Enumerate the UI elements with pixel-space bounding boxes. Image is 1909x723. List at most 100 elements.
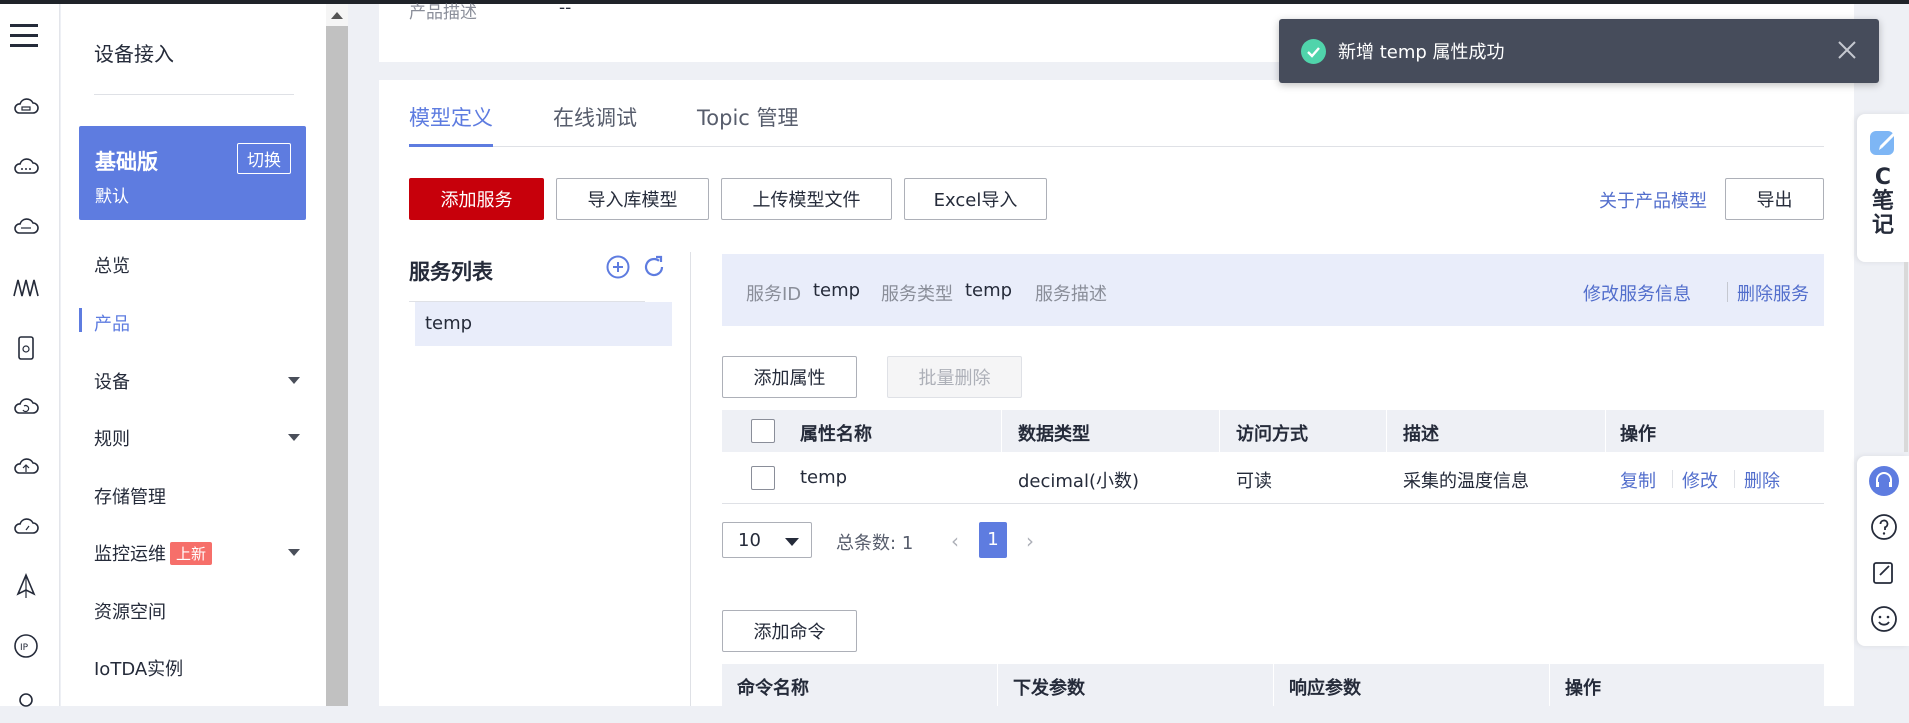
nav-item-rules[interactable]: 规则 (94, 425, 130, 451)
success-check-icon (1301, 39, 1326, 64)
pager-total: 总条数: 1 (836, 529, 913, 555)
column-header: 操作 (1565, 678, 1601, 699)
property-data-type: decimal(小数) (1018, 471, 1140, 492)
nav-item-monitoring[interactable]: 监控运维 上新 (94, 540, 213, 566)
row-checkbox[interactable] (751, 466, 775, 490)
command-table-header: 命令名称 下发参数 响应参数 操作 (722, 664, 1824, 706)
nav-title: 设备接入 (94, 42, 174, 66)
signal-wave-icon[interactable] (12, 274, 40, 302)
delete-service-link[interactable]: 删除服务 (1737, 280, 1809, 306)
copy-link[interactable]: 复制 (1620, 467, 1656, 493)
column-header: 命令名称 (737, 678, 809, 699)
sail-icon[interactable] (12, 572, 40, 600)
add-property-button[interactable]: 添加属性 (722, 356, 857, 398)
column-header: 响应参数 (1289, 678, 1361, 699)
service-id-label: 服务ID (746, 284, 802, 305)
select-all-checkbox[interactable] (751, 419, 775, 443)
column-header: 操作 (1620, 424, 1656, 445)
tab-active-underline (409, 144, 493, 147)
page-size-select[interactable]: 10 (722, 522, 812, 558)
nav-scrollbar[interactable] (326, 4, 348, 706)
cloud-device-icon[interactable] (12, 94, 40, 122)
column-divider (1273, 664, 1274, 706)
notes-label: C笔记 (1871, 165, 1894, 238)
add-circle-icon[interactable] (605, 254, 631, 280)
pager-total-label: 总条数: (836, 533, 897, 554)
page-size-value: 10 (738, 530, 761, 551)
notes-widget[interactable]: C笔记 (1857, 114, 1909, 262)
nav-item-iotda-instance[interactable]: IoTDA实例 (94, 655, 183, 681)
batch-delete-button[interactable]: 批量删除 (887, 356, 1022, 398)
cloud-gauge-icon[interactable] (12, 514, 40, 542)
column-header: 下发参数 (1013, 678, 1085, 699)
property-access: 可读 (1236, 471, 1272, 492)
delete-link[interactable]: 删除 (1744, 467, 1780, 493)
switch-edition-button[interactable]: 切换 (237, 143, 291, 174)
chevron-down-icon[interactable] (288, 377, 300, 384)
nav-item-product[interactable]: 产品 (94, 310, 130, 336)
cloud-storage-icon[interactable] (12, 214, 40, 242)
edit-service-link[interactable]: 修改服务信息 (1583, 280, 1691, 306)
tabs-divider (409, 146, 1824, 147)
service-type-value: temp (965, 280, 1013, 301)
column-divider (997, 664, 998, 706)
nav-item-resource-space[interactable]: 资源空间 (94, 598, 166, 624)
edition-card: 基础版 默认 切换 (79, 126, 306, 220)
table-row: temp decimal(小数) 可读 采集的温度信息 复制 修改 删除 (722, 452, 1824, 504)
export-button[interactable]: 导出 (1725, 178, 1824, 220)
chevron-down-icon (785, 538, 799, 546)
mobile-device-icon[interactable] (12, 334, 40, 362)
nav-divider (94, 94, 294, 95)
upload-model-file-button[interactable]: 上传模型文件 (721, 178, 892, 220)
product-desc-label: 产品描述 (409, 3, 477, 23)
import-library-model-button[interactable]: 导入库模型 (556, 178, 709, 220)
page-number-button[interactable]: 1 (979, 522, 1007, 558)
page-scrollbar[interactable] (1904, 262, 1908, 452)
scroll-up-icon[interactable] (331, 12, 343, 19)
help-icon[interactable] (1869, 512, 1899, 542)
customer-service-icon[interactable] (1869, 466, 1899, 496)
column-divider (1219, 410, 1220, 452)
service-panel-divider (690, 252, 691, 706)
property-table-header: 属性名称 数据类型 访问方式 描述 操作 (722, 410, 1824, 452)
hamburger-menu-icon[interactable] (10, 24, 38, 48)
excel-import-button[interactable]: Excel导入 (904, 178, 1047, 220)
product-desc-value: -- (559, 0, 572, 18)
op-divider (1734, 470, 1735, 488)
cloud-upload-icon[interactable] (12, 454, 40, 482)
column-header: 访问方式 (1236, 424, 1308, 445)
tab-online-debug[interactable]: 在线调试 (553, 102, 637, 132)
edit-link[interactable]: 修改 (1682, 467, 1718, 493)
success-toast: 新增 temp 属性成功 (1279, 19, 1879, 83)
next-page-icon[interactable]: › (1026, 529, 1034, 553)
cloud-dots-icon[interactable] (12, 154, 40, 182)
chevron-down-icon[interactable] (288, 434, 300, 441)
feedback-edit-icon[interactable] (1869, 558, 1899, 588)
user-icon[interactable] (12, 690, 40, 718)
column-divider (1001, 410, 1002, 452)
prev-page-icon[interactable]: ‹ (951, 529, 959, 553)
icon-rail: IP (0, 4, 60, 707)
close-icon[interactable] (1834, 37, 1860, 63)
refresh-icon[interactable] (641, 254, 667, 280)
column-divider (1549, 664, 1550, 706)
nav-item-overview[interactable]: 总览 (94, 252, 130, 278)
ip-icon[interactable]: IP (12, 632, 40, 660)
add-command-button[interactable]: 添加命令 (722, 610, 857, 652)
nav-item-device[interactable]: 设备 (94, 368, 130, 394)
about-product-model-link[interactable]: 关于产品模型 (1599, 187, 1707, 213)
chevron-down-icon[interactable] (288, 549, 300, 556)
nav-item-storage[interactable]: 存储管理 (94, 483, 166, 509)
property-name: temp (800, 467, 848, 488)
tab-topic-management[interactable]: Topic 管理 (697, 102, 799, 132)
service-id-value: temp (813, 280, 861, 301)
service-info-bar: 服务ID temp 服务类型 temp 服务描述 修改服务信息 删除服务 (722, 254, 1824, 326)
scrollbar-thumb[interactable] (326, 26, 348, 706)
model-card: 模型定义 在线调试 Topic 管理 添加服务 导入库模型 上传模型文件 Exc… (379, 80, 1854, 706)
tab-model-definition[interactable]: 模型定义 (409, 102, 493, 132)
smile-icon[interactable] (1869, 604, 1899, 634)
service-list-item[interactable]: temp (415, 302, 672, 346)
op-divider (1672, 470, 1673, 488)
cloud-sync-icon[interactable] (12, 394, 40, 422)
add-service-button[interactable]: 添加服务 (409, 178, 544, 220)
